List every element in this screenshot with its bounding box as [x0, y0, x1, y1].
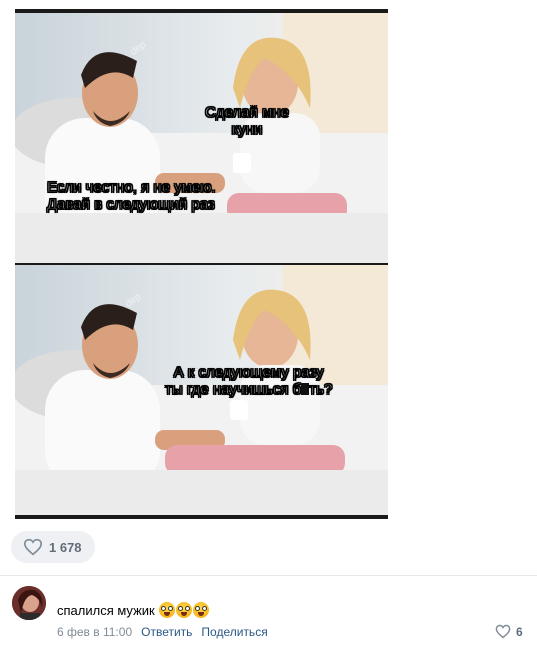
caption-woman-top: Сделай мне куни	[204, 104, 290, 139]
grinning-face-icon	[192, 602, 209, 618]
reply-link[interactable]: Ответить	[141, 625, 192, 639]
meme-panel-bottom: А к следующему разу ты где научишься б ть…	[15, 265, 388, 515]
comment-like-count: 6	[516, 624, 523, 639]
heart-icon	[23, 538, 43, 556]
grinning-face-icon	[158, 602, 175, 618]
avatar[interactable]	[12, 586, 46, 620]
bedroom-photo-top	[15, 13, 388, 263]
post-like-count: 1 678	[49, 539, 82, 555]
share-link[interactable]: Поделиться	[201, 625, 267, 639]
comment-meta: 6 фев в 11:00 Ответить Поделиться	[57, 625, 268, 639]
comment-like-button[interactable]: 6	[495, 624, 523, 639]
comment-date[interactable]: 6 фев в 11:00	[57, 625, 132, 639]
heart-icon	[495, 624, 511, 639]
caption-man-top: Если честно, я не умею. Давай в следующи…	[47, 179, 217, 214]
divider	[0, 575, 537, 576]
comment-body: спалился мужик	[57, 602, 209, 618]
meme-panel-top: Сделай мне куни Если честно, я не умею. …	[15, 13, 388, 263]
comment-text: спалился мужик	[57, 602, 155, 618]
post-like-button[interactable]: 1 678	[11, 531, 95, 563]
post-image[interactable]: Сделай мне куни Если честно, я не умею. …	[15, 9, 388, 519]
caption-woman-bottom: А к следующему разу ты где научишься б ть…	[164, 364, 333, 399]
grinning-face-icon	[175, 602, 192, 618]
avatar-image	[12, 586, 46, 620]
